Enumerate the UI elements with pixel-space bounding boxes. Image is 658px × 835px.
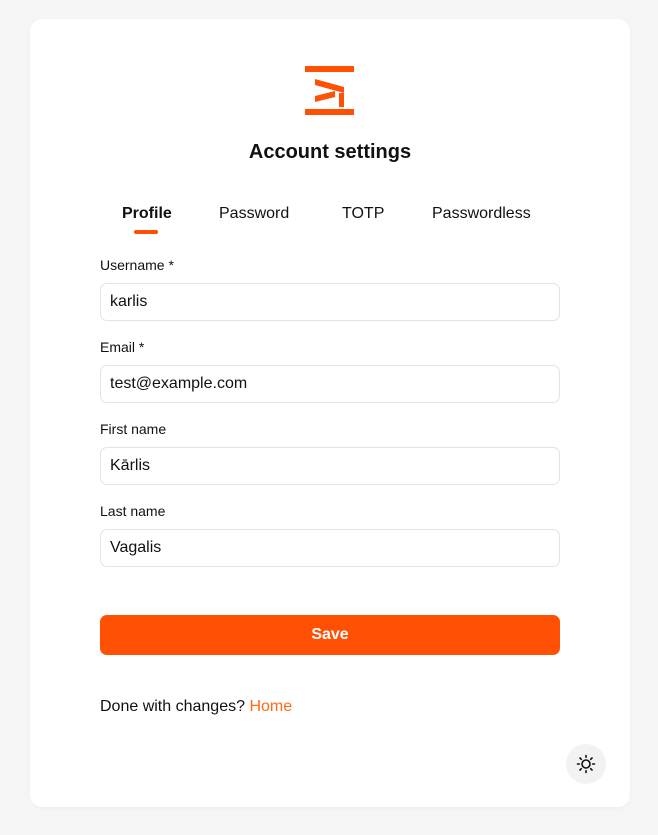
- email-label: Email *: [100, 339, 145, 355]
- footer-prompt: Done with changes?: [100, 698, 245, 715]
- save-button[interactable]: Save: [100, 615, 560, 655]
- email-input[interactable]: [100, 365, 560, 403]
- tab-passwordless[interactable]: Passwordless: [432, 205, 531, 223]
- tab-profile[interactable]: Profile: [122, 205, 172, 223]
- last-name-label: Last name: [100, 503, 166, 519]
- first-name-input[interactable]: [100, 447, 560, 485]
- theme-toggle-button[interactable]: [566, 744, 606, 784]
- tab-totp[interactable]: TOTP: [342, 205, 384, 223]
- last-name-input[interactable]: [100, 529, 560, 567]
- username-input[interactable]: [100, 283, 560, 321]
- page-title: Account settings: [248, 141, 412, 163]
- username-label: Username *: [100, 257, 174, 273]
- home-link[interactable]: Home: [249, 698, 292, 715]
- brand-logo-icon: [305, 66, 354, 115]
- tab-password[interactable]: Password: [219, 205, 289, 223]
- sun-icon: [576, 754, 596, 774]
- settings-tabs: Profile Password TOTP Passwordless: [30, 205, 630, 237]
- active-tab-indicator: [134, 230, 158, 234]
- footer-text: Done with changes? Home: [100, 698, 292, 716]
- first-name-label: First name: [100, 421, 167, 437]
- settings-card: Account settings Profile Password TOTP P…: [30, 19, 630, 807]
